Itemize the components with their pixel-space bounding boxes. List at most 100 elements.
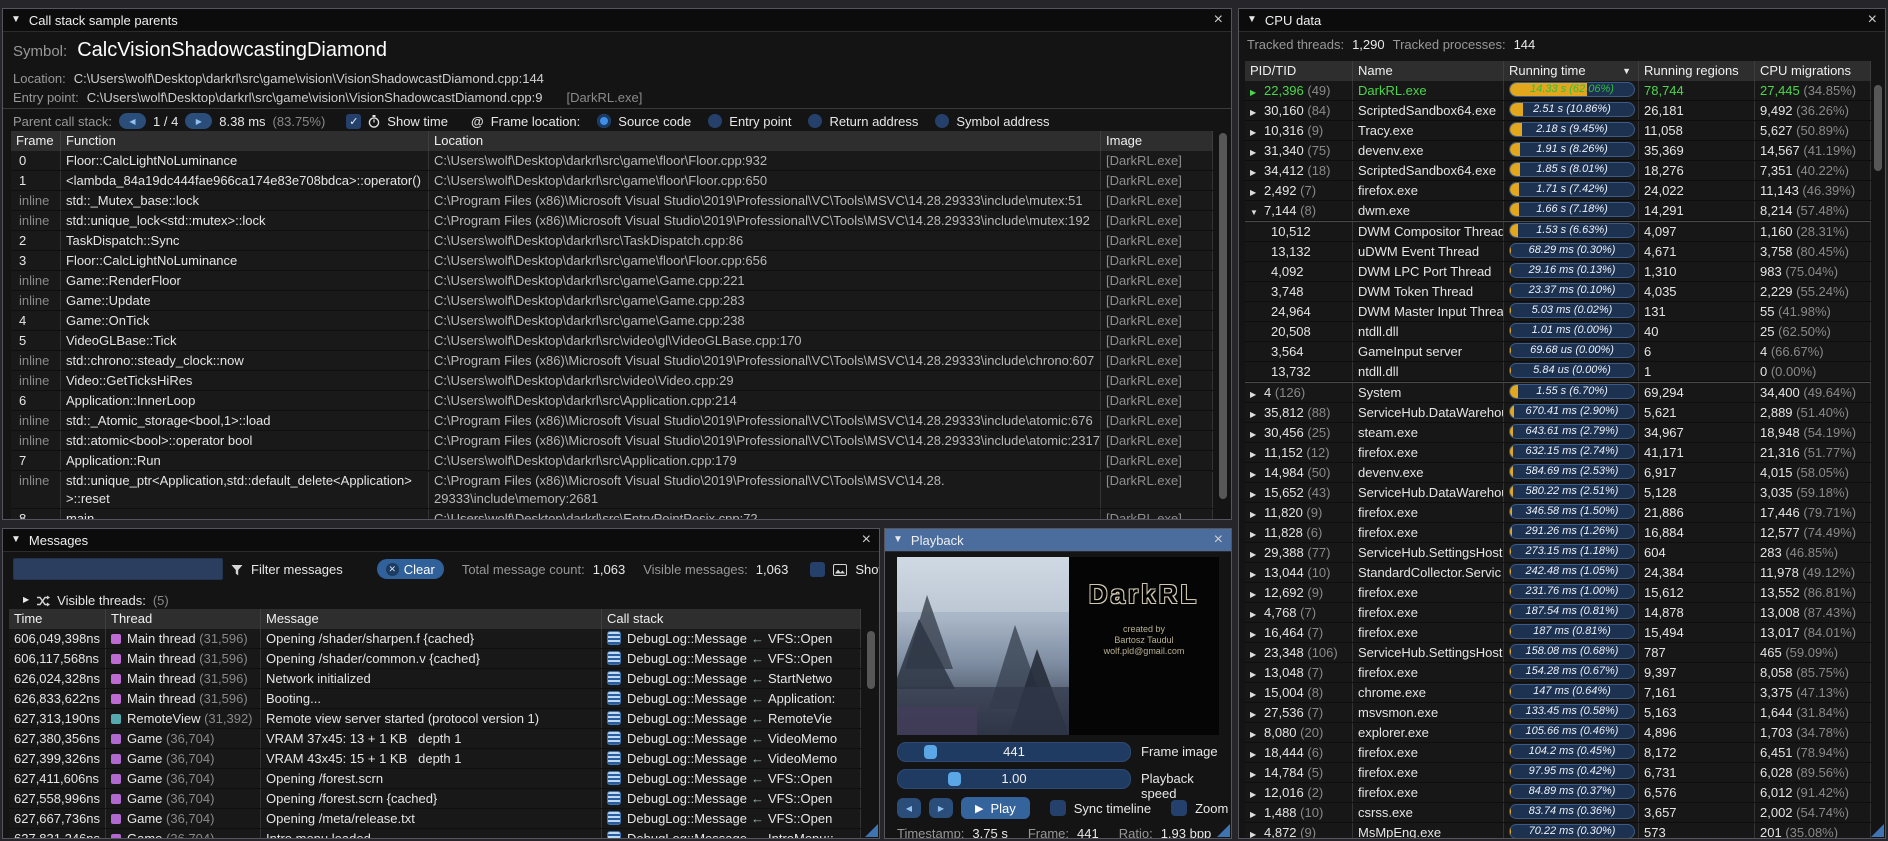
expand-icon[interactable]: ▶ (1250, 585, 1264, 602)
message-row[interactable]: 606,117,568nsMain thread (31,596)Opening… (9, 649, 861, 669)
message-row[interactable]: 627,831,246nsGame (36,704)Intro menu loa… (9, 829, 861, 839)
callstack-row[interactable]: 1<lambda_84a19dc444fae966ca174e83e708bdc… (11, 171, 1213, 191)
callstack-titlebar[interactable]: ▼ Call stack sample parents × (3, 9, 1231, 32)
col-thread[interactable]: Thread (106, 609, 261, 629)
col-message[interactable]: Message (261, 609, 602, 629)
close-icon[interactable]: × (1868, 10, 1877, 30)
cpu-process-row[interactable]: ▶30,160 (84)ScriptedSandbox64.exe2.51 s … (1245, 101, 1871, 121)
expand-icon[interactable]: ▶ (1250, 805, 1264, 822)
expand-icon[interactable]: ▶ (1250, 765, 1264, 782)
collapse-icon[interactable]: ▼ (893, 529, 903, 551)
resize-grip[interactable] (1871, 824, 1884, 837)
resize-grip[interactable] (1217, 824, 1230, 837)
cpu-process-row[interactable]: ▶13,048 (7)firefox.exe154.28 ms (0.67%)9… (1245, 663, 1871, 683)
cpu-process-row[interactable]: ▶4,872 (9)MsMpEng.exe70.22 ms (0.30%)573… (1245, 823, 1871, 839)
cpu-process-row[interactable]: ▶12,016 (2)firefox.exe84.89 ms (0.37%)6,… (1245, 783, 1871, 803)
cpu-process-row[interactable]: ▶10,316 (9)Tracy.exe2.18 s (9.45%)11,058… (1245, 121, 1871, 141)
cpu-process-row[interactable]: ▶8,080 (20)explorer.exe105.66 ms (0.46%)… (1245, 723, 1871, 743)
callstack-row[interactable]: inlinestd::_Atomic_storage<bool,1>::load… (11, 411, 1213, 431)
close-icon[interactable]: × (1214, 530, 1223, 550)
message-row[interactable]: 627,380,356nsGame (36,704)VRAM 37x45: 13… (9, 729, 861, 749)
close-icon[interactable]: × (862, 530, 871, 550)
expand-icon[interactable]: ▶ (23, 589, 29, 611)
sync-timeline-checkbox[interactable] (1050, 800, 1066, 816)
cpu-process-row[interactable]: ▶31,340 (75)devenv.exe1.91 s (8.26%)35,3… (1245, 141, 1871, 161)
expand-icon[interactable]: ▶ (1250, 505, 1264, 522)
cpu-process-row[interactable]: ▼7,144 (8)dwm.exe1.66 s (7.18%)14,2918,2… (1245, 201, 1871, 221)
radio-source-code[interactable] (597, 114, 611, 128)
cpu-process-row[interactable]: ▶2,492 (7)firefox.exe1.71 s (7.42%)24,02… (1245, 181, 1871, 201)
callstack-row[interactable]: inlineGame::RenderFloorC:\Users\wolf\Des… (11, 271, 1213, 291)
expand-icon[interactable]: ▶ (1250, 103, 1264, 120)
expand-icon[interactable]: ▶ (1250, 725, 1264, 742)
message-row[interactable]: 627,313,190nsRemoteView (31,392)Remote v… (9, 709, 861, 729)
callstack-row[interactable]: inlinestd::unique_lock<std::mutex>::lock… (11, 211, 1213, 231)
callstack-row[interactable]: inlineGame::UpdateC:\Users\wolf\Desktop\… (11, 291, 1213, 311)
expand-icon[interactable]: ▶ (1250, 645, 1264, 662)
cpu-process-row[interactable]: ▶23,348 (106)ServiceHub.SettingsHost158.… (1245, 643, 1871, 663)
cpu-process-row[interactable]: ▶13,044 (10)StandardCollector.Servic242.… (1245, 563, 1871, 583)
cpu-process-row[interactable]: ▶15,652 (43)ServiceHub.DataWarehou580.22… (1245, 483, 1871, 503)
cpu-process-row[interactable]: 3,564 GameInput server69.68 us (0.00%)64… (1245, 342, 1871, 362)
radio-symbol-address[interactable] (935, 114, 949, 128)
cpu-process-row[interactable]: ▶11,828 (6)firefox.exe291.26 ms (1.26%)1… (1245, 523, 1871, 543)
close-icon[interactable]: × (1214, 10, 1223, 30)
next-frame-button[interactable]: ▶ (929, 798, 953, 818)
callstack-row[interactable]: inlinestd::atomic<bool>::operator boolC:… (11, 431, 1213, 451)
expand-icon[interactable]: ▶ (1250, 685, 1264, 702)
expand-icon[interactable]: ▶ (1250, 425, 1264, 442)
expand-icon[interactable]: ▶ (1250, 665, 1264, 682)
callstack-row[interactable]: inlinestd::_Mutex_base::lockC:\Program F… (11, 191, 1213, 211)
expand-icon[interactable]: ▶ (1250, 705, 1264, 722)
callstack-row[interactable]: 8mainC:\Users\wolf\Desktop\darkrl\src\En… (11, 509, 1213, 520)
prev-frame-button[interactable]: ◀ (897, 798, 921, 818)
cpu-process-row[interactable]: ▶30,456 (25)steam.exe643.61 ms (2.79%)34… (1245, 423, 1871, 443)
cpu-process-row[interactable]: ▶27,536 (7)msvsmon.exe133.45 ms (0.58%)5… (1245, 703, 1871, 723)
col-time[interactable]: Time (9, 609, 106, 629)
next-callstack-button[interactable]: ▶ (185, 113, 212, 129)
cpu-process-row[interactable]: ▶12,692 (9)firefox.exe231.76 ms (1.00%)1… (1245, 583, 1871, 603)
resize-grip[interactable] (865, 824, 878, 837)
col-image[interactable]: Image (1101, 131, 1213, 151)
col-function[interactable]: Function (61, 131, 429, 151)
callstack-scrollbar[interactable] (1219, 133, 1227, 499)
callstack-row[interactable]: inlineVideo::GetTicksHiResC:\Users\wolf\… (11, 371, 1213, 391)
cpu-process-row[interactable]: 3,748 DWM Token Thread23.37 ms (0.10%)4,… (1245, 282, 1871, 302)
cpu-process-row[interactable]: ▶11,820 (9)firefox.exe346.58 ms (1.50%)2… (1245, 503, 1871, 523)
message-row[interactable]: 627,399,326nsGame (36,704)VRAM 43x45: 15… (9, 749, 861, 769)
expand-icon[interactable]: ▶ (1250, 605, 1264, 622)
callstack-list-icon[interactable] (607, 731, 621, 745)
expand-icon[interactable]: ▶ (1250, 565, 1264, 582)
cpu-scrollbar[interactable] (1874, 85, 1882, 171)
message-row[interactable]: 627,667,736nsGame (36,704)Opening /meta/… (9, 809, 861, 829)
message-row[interactable]: 626,833,622nsMain thread (31,596)Booting… (9, 689, 861, 709)
prev-callstack-button[interactable]: ◀ (119, 113, 146, 129)
messages-titlebar[interactable]: ▼ Messages × (3, 529, 879, 552)
collapse-icon[interactable]: ▼ (1247, 9, 1257, 31)
collapse-icon[interactable]: ▼ (11, 9, 21, 31)
callstack-row[interactable]: 5VideoGLBase::TickC:\Users\wolf\Desktop\… (11, 331, 1213, 351)
expand-icon[interactable]: ▶ (1250, 465, 1264, 482)
callstack-list-icon[interactable] (607, 811, 621, 825)
callstack-row[interactable]: 2TaskDispatch::SyncC:\Users\wolf\Desktop… (11, 231, 1213, 251)
cpu-process-row[interactable]: ▶16,464 (7)firefox.exe187 ms (0.81%)15,4… (1245, 623, 1871, 643)
show-time-checkbox[interactable] (346, 114, 361, 129)
col-frame[interactable]: Frame (11, 131, 61, 151)
cpu-process-row[interactable]: ▶15,004 (8)chrome.exe147 ms (0.64%)7,161… (1245, 683, 1871, 703)
collapse-icon[interactable]: ▼ (11, 529, 21, 551)
cpu-process-row[interactable]: ▶35,812 (88)ServiceHub.DataWarehou670.41… (1245, 403, 1871, 423)
collapse-icon[interactable]: ▼ (1250, 203, 1264, 220)
cpu-process-row[interactable]: 10,512 DWM Compositor Thread1.53 s (6.63… (1245, 221, 1871, 242)
message-row[interactable]: 626,024,328nsMain thread (31,596)Network… (9, 669, 861, 689)
message-row[interactable]: 627,411,606nsGame (36,704)Opening /fores… (9, 769, 861, 789)
frame-image-slider[interactable]: 441 (897, 742, 1131, 762)
radio-entry-point[interactable] (708, 114, 722, 128)
expand-icon[interactable]: ▶ (1250, 785, 1264, 802)
callstack-list-icon[interactable] (607, 631, 621, 645)
callstack-row[interactable]: 4Game::OnTickC:\Users\wolf\Desktop\darkr… (11, 311, 1213, 331)
col-callstack[interactable]: Call stack (602, 609, 861, 629)
callstack-list-icon[interactable] (607, 751, 621, 765)
col-running-regions[interactable]: Running regions (1639, 61, 1755, 81)
expand-icon[interactable]: ▶ (1250, 123, 1264, 140)
cpu-process-row[interactable]: 24,964 DWM Master Input Threa5.03 ms (0.… (1245, 302, 1871, 322)
